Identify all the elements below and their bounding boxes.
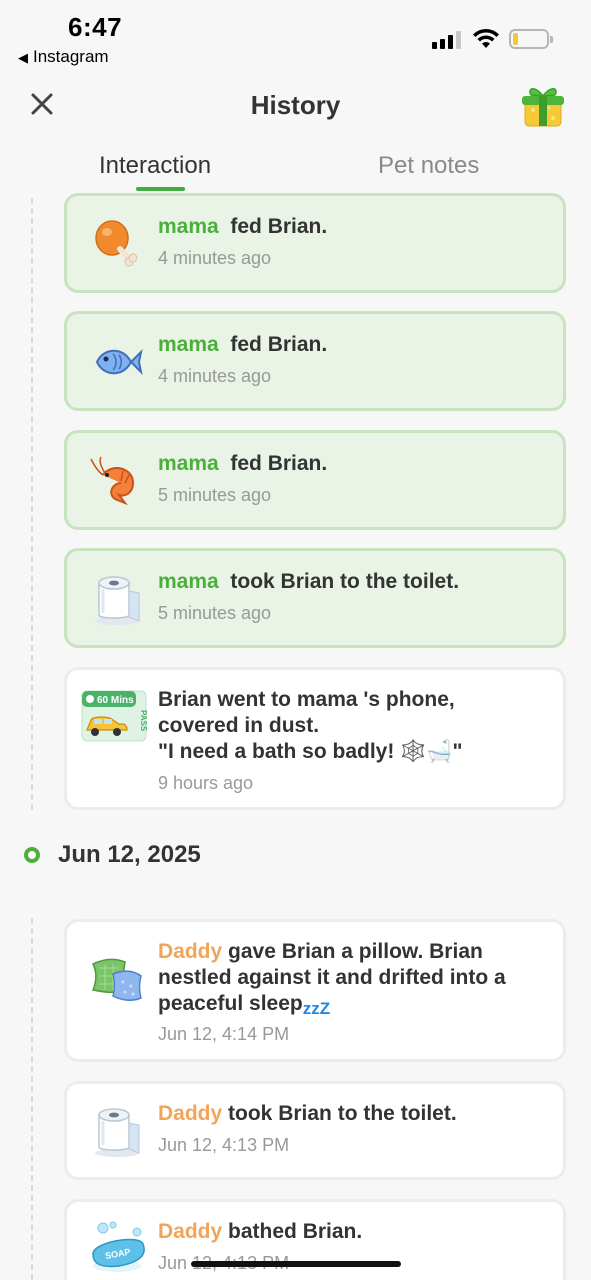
entry-action: fed Brian. xyxy=(230,452,328,475)
status-time: 6:47 xyxy=(68,12,123,42)
actor-name: Daddy xyxy=(158,1102,223,1125)
entry-text: mama took Brian to the toilet. xyxy=(158,569,543,595)
tab-bar: Interaction Pet notes xyxy=(0,146,591,192)
fish-icon xyxy=(95,348,143,376)
entry-text: mama fed Brian. xyxy=(158,332,543,358)
entry-timestamp: 4 minutes ago xyxy=(158,366,272,386)
active-tab-indicator xyxy=(136,187,185,191)
tab-pet-notes[interactable]: Pet notes xyxy=(378,152,479,180)
entry-text: mama fed Brian. xyxy=(158,451,543,477)
entry-text: Daddy took Brian to the toilet. xyxy=(158,1101,543,1127)
timeline-line xyxy=(31,198,33,810)
soap-icon: SOAP xyxy=(92,1221,145,1272)
history-entry[interactable]: mama fed Brian. 4 minutes ago xyxy=(64,193,566,293)
sleep-zzz-icon: zzZ xyxy=(302,999,331,1018)
entry-text: Brian went to mama 's phone, covered in … xyxy=(158,687,543,765)
entry-text: Daddy bathed Brian. xyxy=(158,1219,543,1245)
entry-text: Daddy gave Brian a pillow. Brian nestled… xyxy=(158,939,543,1022)
tab-interaction[interactable]: Interaction xyxy=(99,152,211,180)
actor-name: Daddy xyxy=(158,940,223,963)
history-entry[interactable]: Daddy took Brian to the toilet. Jun 12, … xyxy=(64,1081,566,1180)
pass-side-label: PASS xyxy=(139,710,147,732)
entry-line-2: covered in dust. xyxy=(158,714,320,737)
car-pass-icon: 60 Mins PASS xyxy=(81,690,147,742)
cellular-signal-icon xyxy=(432,31,462,49)
entry-text: mama fed Brian. xyxy=(158,214,543,240)
date-heading: Jun 12, 2025 xyxy=(58,841,201,868)
entry-timestamp: Jun 12, 4:14 PM xyxy=(158,1024,290,1044)
actor-name: mama xyxy=(158,215,219,238)
actor-name: mama xyxy=(158,452,219,475)
actor-name: mama xyxy=(158,333,219,356)
entry-line-3: "I need a bath so badly! 🕸️🛁" xyxy=(158,740,463,763)
entry-action: fed Brian. xyxy=(230,333,328,356)
header: History xyxy=(0,76,591,136)
back-triangle-icon: ◀ xyxy=(18,50,28,65)
entry-timestamp: 5 minutes ago xyxy=(158,603,272,623)
battery-icon xyxy=(509,29,553,49)
entry-line-2: nestled against it and drifted into a xyxy=(158,966,506,989)
toilet-paper-icon xyxy=(95,1108,140,1157)
entry-action: took Brian to the toilet. xyxy=(228,1102,457,1125)
history-entry[interactable]: mama took Brian to the toilet. 5 minutes… xyxy=(64,548,566,648)
timeline-line xyxy=(31,918,33,1280)
entry-line-1: gave Brian a pillow. Brian xyxy=(228,940,483,963)
actor-name: Daddy xyxy=(158,1220,223,1243)
entry-action: fed Brian. xyxy=(230,215,328,238)
entry-timestamp: Jun 12, 4:13 PM xyxy=(158,1135,290,1155)
entry-line-1: Brian went to mama 's phone, xyxy=(158,688,455,711)
back-to-app-link[interactable]: ◀ Instagram xyxy=(18,47,109,67)
page-title: History xyxy=(250,90,341,120)
entry-line-3: peaceful sleep xyxy=(158,992,303,1015)
history-entry[interactable]: Daddy gave Brian a pillow. Brian nestled… xyxy=(64,919,566,1062)
history-entry[interactable]: mama fed Brian. 5 minutes ago xyxy=(64,430,566,530)
pass-duration-label: 60 Mins xyxy=(97,695,134,706)
pillow-icon xyxy=(91,958,142,1001)
actor-name: mama xyxy=(158,570,219,593)
entry-action: bathed Brian. xyxy=(228,1220,363,1243)
status-bar: 6:47 ◀ Instagram xyxy=(0,0,591,72)
entry-timestamp: 5 minutes ago xyxy=(158,485,272,505)
back-app-label: Instagram xyxy=(33,47,109,66)
history-entry[interactable]: 60 Mins PASS Brian went to mama 's phone… xyxy=(64,667,566,810)
history-entry[interactable]: SOAP Daddy bathed Brian. Jun 12, 4:13 PM xyxy=(64,1199,566,1280)
entry-action: took Brian to the toilet. xyxy=(230,570,460,593)
toilet-paper-icon xyxy=(95,576,140,625)
history-entry[interactable]: mama fed Brian. 4 minutes ago xyxy=(64,311,566,411)
entry-timestamp: 4 minutes ago xyxy=(158,248,272,268)
home-indicator[interactable] xyxy=(191,1261,401,1267)
shrimp-icon xyxy=(90,456,135,506)
wifi-icon xyxy=(473,28,499,48)
gift-icon[interactable] xyxy=(519,82,567,130)
date-marker xyxy=(24,847,40,863)
entry-timestamp: 9 hours ago xyxy=(158,773,254,793)
chicken-leg-icon xyxy=(95,220,138,267)
